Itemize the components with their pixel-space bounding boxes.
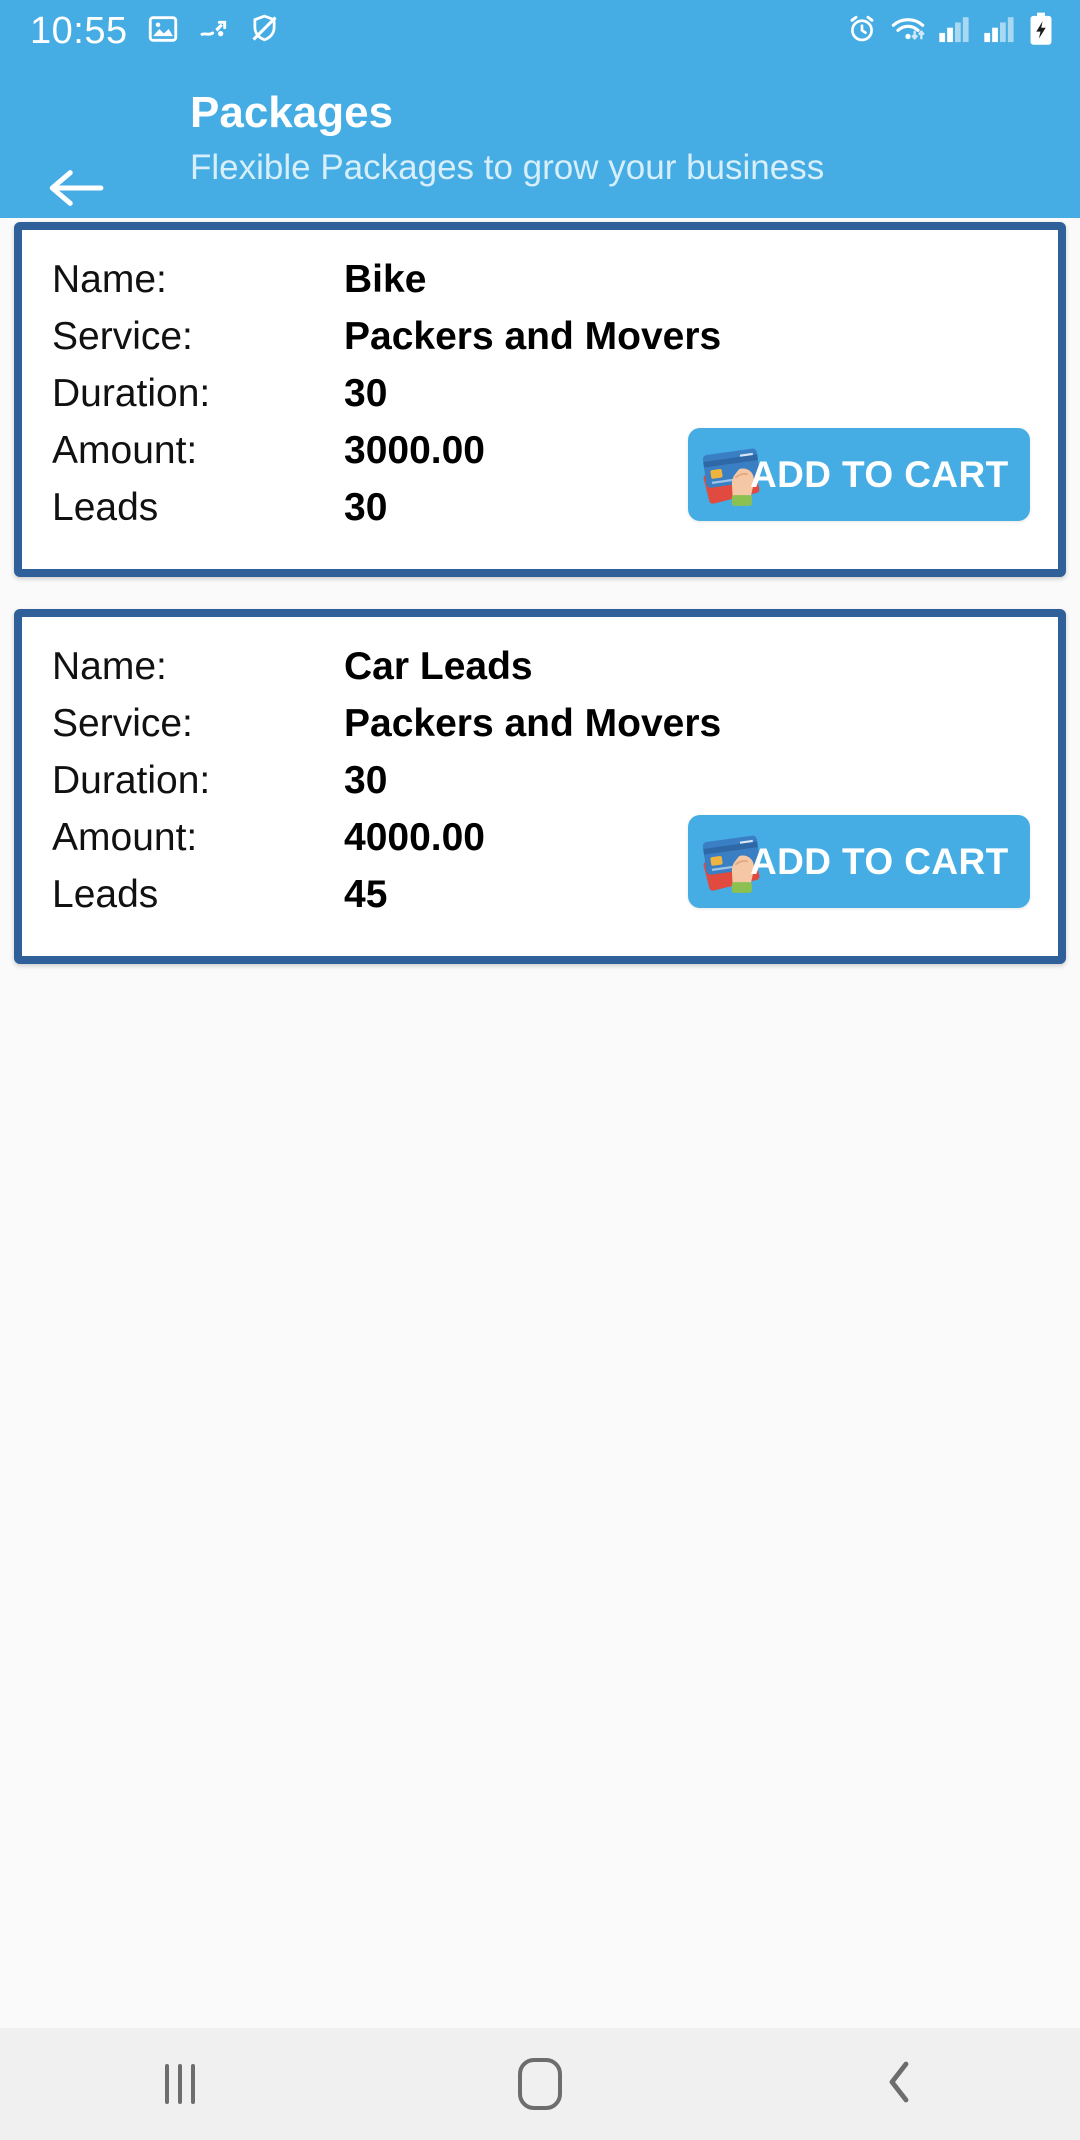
label-service: Service: [52,702,193,745]
label-leads: Leads [52,486,159,529]
value-leads: 30 [344,486,388,529]
signal-sim2-icon [983,14,1017,49]
status-bar-right [846,12,1054,51]
page-subtitle: Flexible Packages to grow your business [190,148,825,187]
label-name: Name: [52,645,167,688]
nav-home-button[interactable] [360,2028,720,2140]
data-transfer-icon [198,13,230,50]
nav-recents-button[interactable] [0,2028,360,2140]
package-card[interactable]: Name: Bike Service: Packers and Movers D… [14,222,1066,577]
value-amount: 4000.00 [344,816,485,859]
detail-row-duration: Duration: 30 [52,372,1028,429]
back-arrow-icon [45,165,107,216]
signal-sim1-icon [938,14,972,49]
label-amount: Amount: [52,429,198,472]
battery-charging-icon [1028,12,1054,51]
label-amount: Amount: [52,816,198,859]
label-duration: Duration: [52,759,211,802]
app-header: Packages Flexible Packages to grow your … [0,62,1080,218]
status-bar: 10:55 [0,0,1080,62]
image-icon [146,12,180,51]
recents-icon [165,2064,195,2104]
value-amount: 3000.00 [344,429,485,472]
detail-row-name: Name: Bike [52,258,1028,315]
value-name: Car Leads [344,645,533,688]
detail-row-service: Service: Packers and Movers [52,315,1028,372]
back-chevron-icon [883,2058,917,2111]
value-service: Packers and Movers [344,702,722,745]
value-name: Bike [344,258,427,301]
label-name: Name: [52,258,167,301]
nav-back-button[interactable] [720,2028,1080,2140]
add-to-cart-label: ADD TO CART [750,453,1009,495]
value-leads: 45 [344,873,388,916]
wifi-icon [889,13,927,50]
add-to-cart-button[interactable]: ADD TO CART [688,815,1030,908]
android-nav-bar [0,2028,1080,2140]
app-screen: 10:55 Packages Flexible Packages to grow… [0,0,1080,2140]
add-to-cart-button[interactable]: ADD TO CART [688,428,1030,521]
label-service: Service: [52,315,193,358]
package-list: Name: Bike Service: Packers and Movers D… [0,222,1080,996]
status-bar-left: 10:55 [30,10,281,53]
label-duration: Duration: [52,372,211,415]
detail-row-duration: Duration: 30 [52,759,1028,816]
shield-off-icon [248,12,281,50]
add-to-cart-label: ADD TO CART [750,840,1009,882]
back-button[interactable] [38,164,114,216]
home-icon [518,2058,562,2110]
package-card[interactable]: Name: Car Leads Service: Packers and Mov… [14,609,1066,964]
header-text-block: Packages Flexible Packages to grow your … [190,84,990,194]
detail-row-name: Name: Car Leads [52,645,1028,702]
label-leads: Leads [52,873,159,916]
value-service: Packers and Movers [344,315,722,358]
alarm-clock-icon [846,13,878,50]
status-clock: 10:55 [30,9,128,52]
value-duration: 30 [344,372,388,415]
page-title: Packages [190,88,394,137]
detail-row-service: Service: Packers and Movers [52,702,1028,759]
value-duration: 30 [344,759,388,802]
